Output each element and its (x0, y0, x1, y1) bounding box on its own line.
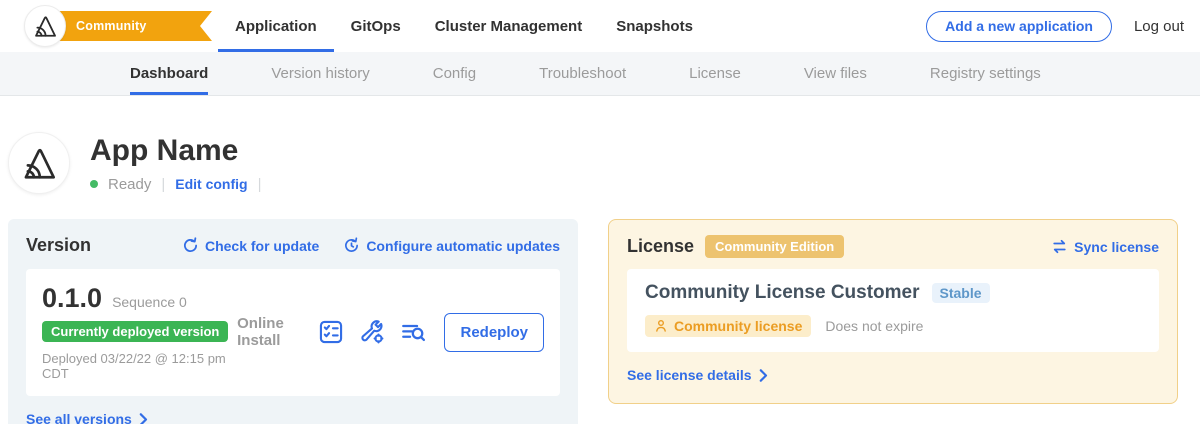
currently-deployed-badge: Currently deployed version (42, 321, 228, 342)
tab-application[interactable]: Application (218, 0, 334, 52)
community-edition-badge: Community Edition (705, 235, 844, 258)
see-license-details-link[interactable]: See license details (627, 367, 768, 383)
version-sequence: Sequence 0 (112, 294, 187, 310)
preflight-checklist-icon[interactable] (318, 319, 344, 345)
license-details-panel: Community License Customer Stable Commun… (627, 269, 1159, 352)
main-tabs: Application GitOps Cluster Management Sn… (218, 0, 710, 52)
app-subnav: Dashboard Version history Config Trouble… (0, 52, 1200, 96)
topnav-right: Add a new application Log out (926, 11, 1200, 42)
tab-snapshots[interactable]: Snapshots (599, 0, 710, 52)
deployed-timestamp: Deployed 03/22/22 @ 12:15 pm CDT (42, 351, 237, 381)
replicated-logo-badge (24, 5, 66, 47)
app-status-row: Ready | Edit config | (90, 176, 262, 193)
channel-badge: Stable (932, 283, 990, 303)
configure-automatic-updates-link[interactable]: Configure automatic updates (343, 237, 560, 254)
chevron-right-icon (139, 413, 148, 424)
person-icon (654, 319, 668, 333)
auto-update-clock-icon (343, 237, 360, 254)
subnav-view-files[interactable]: View files (804, 52, 867, 95)
tab-cluster-management[interactable]: Cluster Management (418, 0, 600, 52)
version-number: 0.1.0 (42, 283, 102, 314)
tab-gitops[interactable]: GitOps (334, 0, 418, 52)
replicated-logo-icon (32, 13, 58, 39)
swap-arrows-icon (1051, 238, 1068, 255)
logs-magnifier-icon[interactable] (400, 319, 426, 345)
wrench-gear-config-icon[interactable] (359, 319, 385, 345)
edit-config-link[interactable]: Edit config (175, 176, 247, 192)
redeploy-button[interactable]: Redeploy (444, 313, 544, 352)
license-card-title: License (627, 236, 694, 257)
license-card: License Community Edition Sync license C… (608, 219, 1178, 404)
version-info: 0.1.0 Sequence 0 Currently deployed vers… (42, 283, 237, 381)
license-expiry: Does not expire (825, 318, 923, 334)
app-header: App Name Ready | Edit config | (0, 96, 1200, 214)
subnav-dashboard[interactable]: Dashboard (130, 52, 208, 95)
brand: Community Edition (0, 0, 212, 52)
install-type-label: Online Install (237, 315, 301, 349)
version-card: Version Check for update (8, 219, 578, 424)
page-title: App Name (90, 134, 262, 167)
community-edition-ribbon: Community Edition (46, 11, 212, 41)
chevron-right-icon (759, 369, 768, 382)
current-version-panel: 0.1.0 Sequence 0 Currently deployed vers… (26, 269, 560, 396)
ready-status-dot (90, 180, 98, 188)
refresh-icon (182, 237, 199, 254)
subnav-license[interactable]: License (689, 52, 741, 95)
divider: | (161, 176, 165, 193)
subnav-registry-settings[interactable]: Registry settings (930, 52, 1041, 95)
check-for-update-link[interactable]: Check for update (182, 237, 319, 254)
subnav-config[interactable]: Config (433, 52, 476, 95)
divider: | (258, 176, 262, 193)
app-avatar (8, 132, 70, 194)
version-card-title: Version (26, 235, 91, 256)
add-application-button[interactable]: Add a new application (926, 11, 1112, 42)
version-actions: Online Install (237, 313, 544, 352)
logout-link[interactable]: Log out (1134, 18, 1184, 35)
sync-license-link[interactable]: Sync license (1051, 238, 1159, 255)
dashboard-cards: Version Check for update (0, 219, 1200, 424)
top-navbar: Community Edition Application GitOps Clu… (0, 0, 1200, 52)
replicated-logo-icon (20, 144, 58, 182)
subnav-version-history[interactable]: Version history (271, 52, 369, 95)
license-customer-name: Community License Customer (645, 282, 920, 304)
see-all-versions-link[interactable]: See all versions (26, 411, 148, 424)
license-type-badge: Community license (645, 315, 811, 337)
subnav-troubleshoot[interactable]: Troubleshoot (539, 52, 626, 95)
status-badge: Ready (108, 176, 151, 193)
